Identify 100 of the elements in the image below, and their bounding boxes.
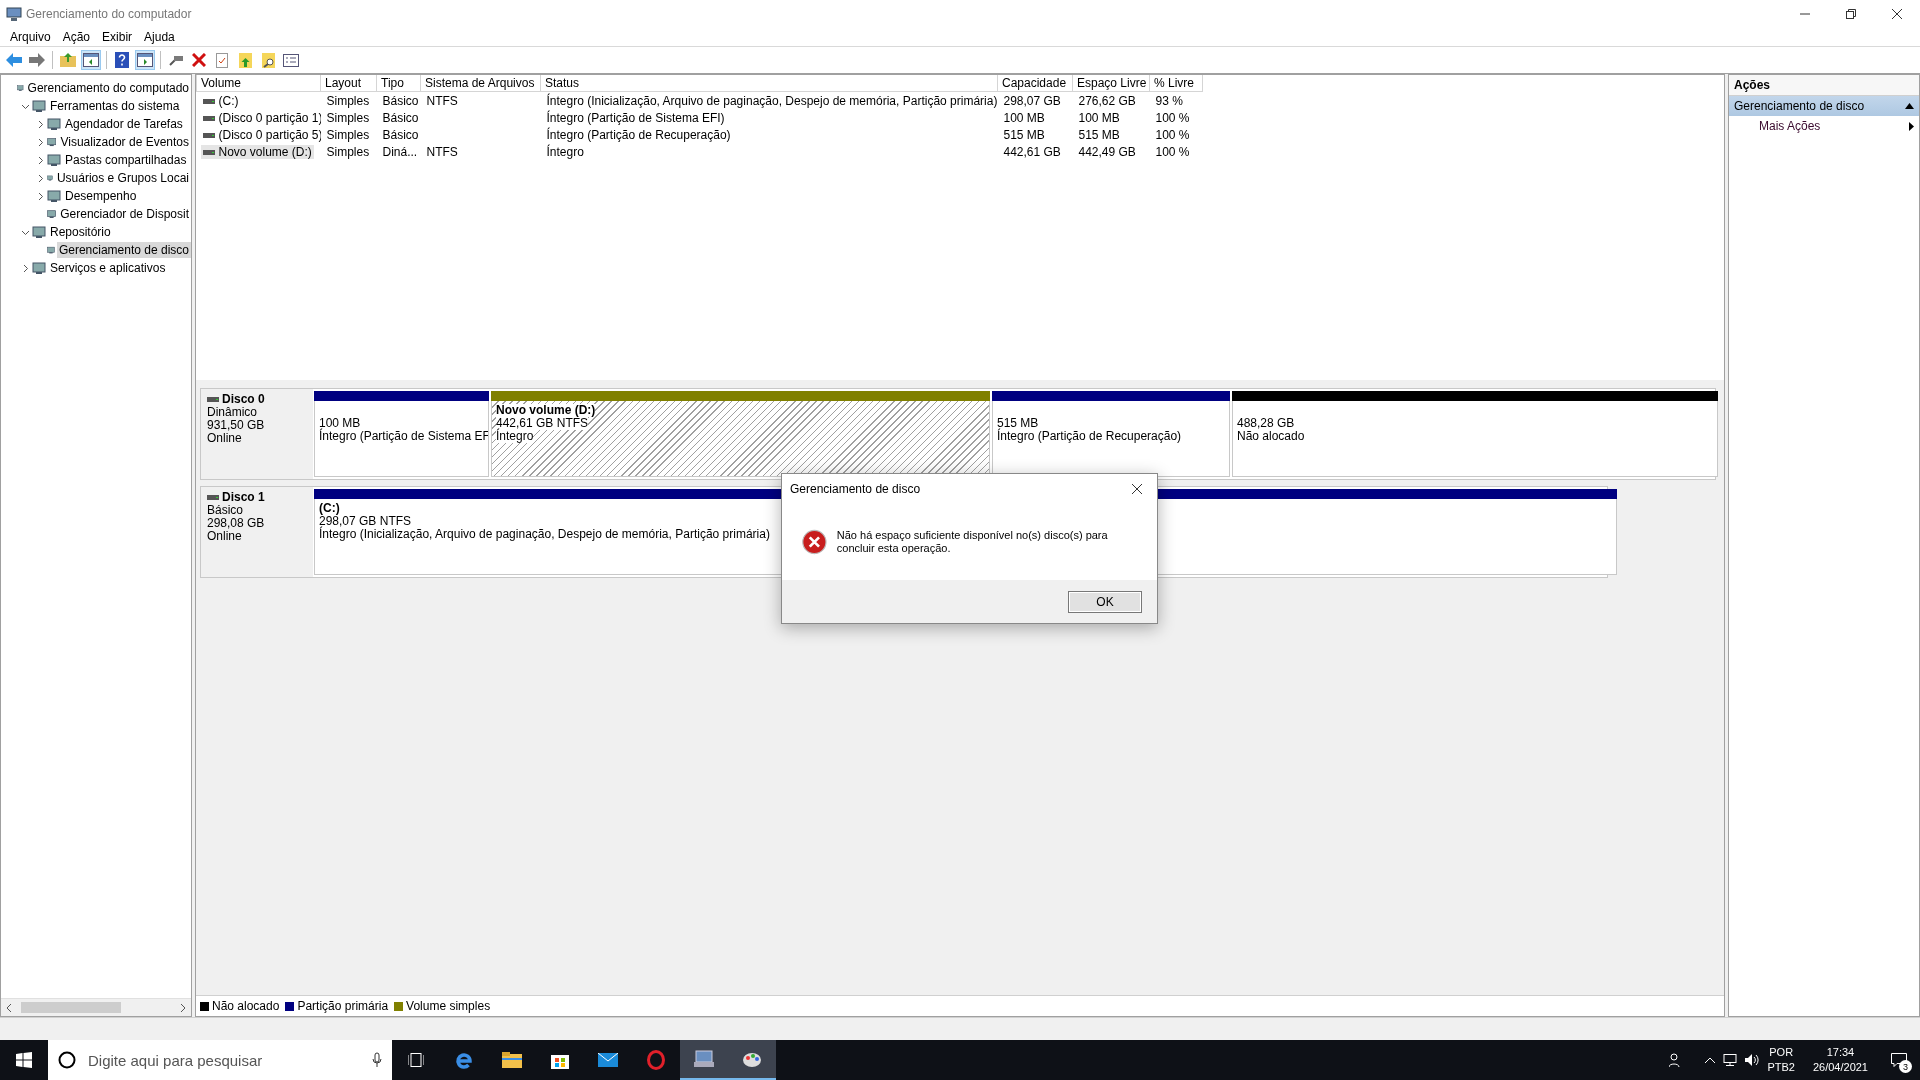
table-cell-text: Íntegro (Partição de Sistema EFI) bbox=[545, 110, 726, 125]
tree-node-icon bbox=[47, 207, 57, 221]
computer-icon bbox=[6, 5, 22, 22]
scroll-left-icon bbox=[5, 1003, 13, 1012]
connect-icon bbox=[168, 53, 184, 67]
close-icon bbox=[1132, 484, 1142, 494]
window-title: Gerenciamento do computador bbox=[26, 6, 193, 21]
list-item[interactable]: (C:) bbox=[200, 94, 241, 109]
clock[interactable]: 17:34 26/04/2021 bbox=[1812, 1045, 1868, 1075]
column-header[interactable]: Layout bbox=[320, 75, 377, 92]
toolbar-button[interactable] bbox=[189, 50, 209, 70]
back-arrow-icon bbox=[6, 53, 22, 67]
paint-palette-icon[interactable] bbox=[728, 1040, 776, 1080]
toolbar-button[interactable] bbox=[112, 50, 132, 70]
disk-drive-icon bbox=[202, 115, 215, 121]
actions-title: Ações bbox=[1729, 75, 1919, 96]
legend-label: Volume simples bbox=[406, 999, 491, 1013]
column-header[interactable]: Tipo bbox=[376, 75, 421, 92]
tree-item[interactable]: Gerenciador de Disposit bbox=[58, 206, 191, 222]
column-header[interactable]: % Livre bbox=[1149, 75, 1203, 92]
table-cell-text: Simples bbox=[325, 110, 371, 125]
windows-logo-icon bbox=[16, 1052, 32, 1068]
actions-section[interactable]: Gerenciamento de disco bbox=[1729, 96, 1919, 116]
table-cell-text: 276,62 GB bbox=[1077, 93, 1137, 108]
tree-node-icon bbox=[47, 117, 61, 131]
tree-item[interactable]: Gerenciamento de disco bbox=[56, 242, 191, 258]
table-cell-text: Simples bbox=[325, 127, 371, 142]
table-cell-text: Básico bbox=[381, 110, 420, 125]
table-cell-text: Básico bbox=[381, 93, 420, 108]
disk-name: Disco 1 bbox=[207, 491, 307, 504]
toolbar-button[interactable] bbox=[135, 50, 155, 70]
search-icon bbox=[261, 52, 275, 68]
table-cell-text: 515 MB bbox=[1002, 127, 1046, 142]
menu-item[interactable]: Ação bbox=[56, 27, 97, 46]
table-cell-text: Íntegro bbox=[545, 144, 585, 159]
search-field[interactable]: Digite aqui para pesquisar bbox=[86, 1050, 362, 1070]
partition[interactable]: 488,28 GB Não alocado bbox=[1232, 401, 1718, 477]
tree-item[interactable]: Visualizador de Eventos bbox=[58, 134, 191, 150]
table-cell-text: Simples bbox=[325, 93, 371, 108]
tree-node-icon bbox=[32, 225, 46, 239]
computer-management-icon[interactable] bbox=[680, 1040, 728, 1080]
close-icon bbox=[1892, 8, 1902, 19]
input-language[interactable]: POR PTB2 bbox=[1767, 1045, 1795, 1075]
table-cell-text: 298,07 GB bbox=[1002, 93, 1062, 108]
column-header[interactable]: Sistema de Arquivos bbox=[420, 75, 541, 92]
toolbar-button[interactable] bbox=[27, 50, 47, 70]
disk-status: Online bbox=[207, 530, 243, 543]
disk-drive-icon bbox=[202, 98, 215, 104]
disk-drive-icon bbox=[207, 397, 219, 402]
toolbar-button[interactable] bbox=[58, 50, 78, 70]
tree-item[interactable]: Ferramentas do sistema bbox=[48, 98, 182, 114]
collapse-icon bbox=[1905, 103, 1914, 109]
tree-node-icon bbox=[47, 153, 61, 167]
table-cell-text: 442,61 GB bbox=[1002, 144, 1062, 159]
tree-item[interactable]: Gerenciamento do computado bbox=[25, 80, 191, 96]
scrollbar-thumb[interactable] bbox=[21, 1002, 121, 1013]
notifications-button[interactable]: 3 bbox=[1886, 1047, 1912, 1073]
tree-item[interactable]: Serviços e aplicativos bbox=[48, 260, 168, 276]
table-cell-text: 442,49 GB bbox=[1077, 144, 1137, 159]
disk-status: Online bbox=[207, 432, 243, 445]
table-cell-text: 100 % bbox=[1154, 144, 1191, 159]
disk-size: 931,50 GB bbox=[207, 419, 266, 432]
tree-item[interactable]: Pastas compartilhadas bbox=[63, 152, 189, 168]
panel-icon bbox=[83, 53, 99, 67]
partition[interactable]: Novo volume (D:) 442,61 GB NTFS Íntegro bbox=[491, 401, 990, 477]
submenu-arrow-icon bbox=[1909, 121, 1914, 131]
search-circle-icon bbox=[58, 1051, 76, 1069]
table-cell-text: NTFS bbox=[425, 144, 459, 159]
menu-item[interactable]: Arquivo bbox=[4, 27, 57, 46]
browser-logo-icon bbox=[454, 1050, 474, 1070]
tree-item[interactable]: Desempenho bbox=[63, 188, 139, 204]
tree-item[interactable]: Usuários e Grupos Locai bbox=[54, 170, 191, 186]
disk-drive-icon bbox=[202, 132, 215, 138]
folder-up-icon bbox=[60, 53, 76, 67]
partition[interactable]: 515 MB Íntegro (Partição de Recuperação) bbox=[992, 401, 1230, 477]
search-bar[interactable]: Digite aqui para pesquisar bbox=[48, 1040, 392, 1080]
toolbar-button[interactable] bbox=[81, 50, 101, 70]
list-item[interactable]: Novo volume (D:) bbox=[200, 145, 314, 160]
forward-arrow-icon bbox=[29, 53, 45, 67]
column-header[interactable]: Capacidade bbox=[997, 75, 1073, 92]
column-header[interactable]: Espaço Livre bbox=[1072, 75, 1150, 92]
tree-item[interactable]: Repositório bbox=[48, 224, 113, 240]
ok-button[interactable]: OK bbox=[1068, 590, 1142, 613]
volume-icon bbox=[1745, 1054, 1760, 1066]
table-cell-text: NTFS bbox=[425, 93, 459, 108]
column-header[interactable]: Status bbox=[540, 75, 998, 92]
scroll-right-icon bbox=[179, 1003, 187, 1012]
menu-item[interactable]: Ajuda bbox=[138, 27, 181, 46]
tree-item[interactable]: Agendador de Tarefas bbox=[63, 116, 185, 132]
tree-node-icon bbox=[32, 99, 46, 113]
disk-type: Básico bbox=[207, 504, 245, 517]
column-header[interactable]: Volume bbox=[196, 75, 321, 92]
table-cell-text: 100 MB bbox=[1077, 110, 1121, 125]
disk-size: 298,08 GB bbox=[207, 517, 266, 530]
delete-icon bbox=[192, 53, 206, 67]
disk-drive-icon bbox=[207, 495, 219, 500]
table-cell-text: 515 MB bbox=[1077, 127, 1121, 142]
restore-icon bbox=[1846, 8, 1856, 19]
legend-label: Não alocado bbox=[212, 999, 280, 1013]
menu-item[interactable]: Exibir bbox=[96, 27, 139, 46]
